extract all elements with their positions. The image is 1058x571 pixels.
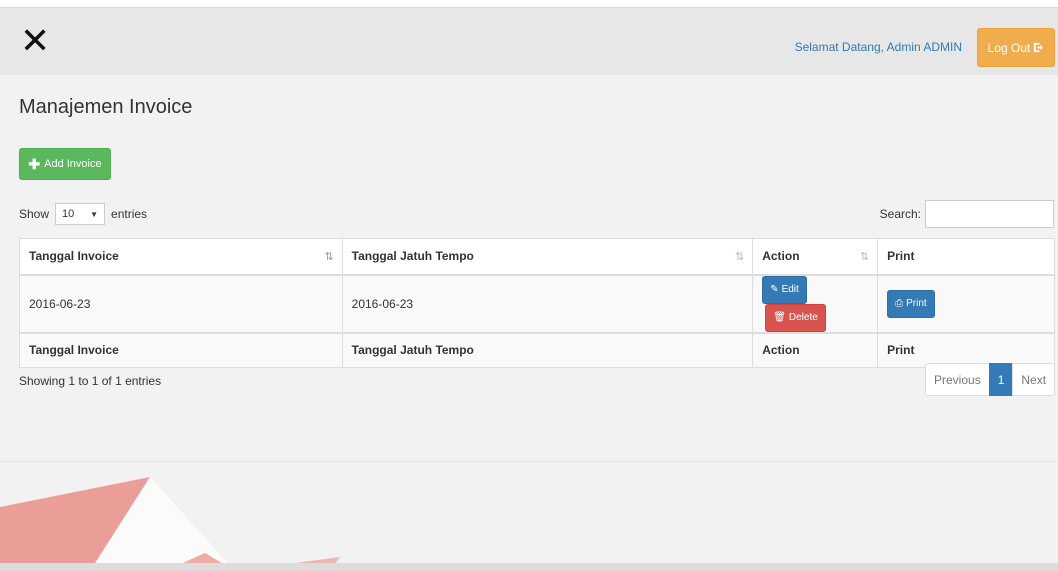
plus-icon: ✚ — [28, 156, 41, 172]
navbar: ✕ Selamat Datang, Admin ADMIN Log Out — [0, 8, 1058, 75]
next-page-button[interactable]: Next — [1012, 363, 1056, 396]
entries-select[interactable]: 10 ▼ — [55, 203, 106, 225]
welcome-text: Selamat Datang, Admin ADMIN — [794, 40, 962, 54]
previous-page-button[interactable]: Previous — [925, 363, 990, 396]
table-info: Showing 1 to 1 of 1 entries — [19, 374, 162, 388]
cell-tanggal-jatuh-tempo: 2016-06-23 — [341, 274, 754, 333]
trash-icon: 🗑 — [773, 312, 786, 323]
pagination: Previous 1 Next — [925, 363, 1056, 396]
column-header-tanggal-jatuh-tempo[interactable]: Tanggal Jatuh Tempo ⇅ — [341, 238, 754, 276]
delete-button[interactable]: 🗑 Delete — [765, 303, 826, 332]
logout-button[interactable]: Log Out — [977, 28, 1055, 67]
chevron-down-icon: ▼ — [90, 209, 99, 219]
column-header-label: Print — [887, 249, 915, 264]
add-invoice-label: Add Invoice — [44, 158, 102, 170]
invoice-table: Tanggal Invoice ⇅ Tanggal Jatuh Tempo ⇅ Ac… — [19, 238, 1055, 368]
edit-label: Edit — [781, 284, 799, 295]
cell-print: ⎙ Print — [877, 274, 1055, 333]
sort-icon: ⇅ — [734, 251, 745, 263]
page-1-button[interactable]: 1 — [988, 363, 1014, 396]
search-label: Search: — [879, 207, 921, 221]
edit-button[interactable]: ✎ Edit — [762, 275, 807, 304]
logout-label: Log Out — [987, 40, 1031, 55]
entries-length-control: Show 10 ▼ entries — [19, 203, 147, 225]
content-divider — [0, 461, 1058, 462]
column-header-label: Action — [762, 249, 800, 264]
watermark-logo — [0, 477, 340, 571]
search-control: Search: — [880, 200, 1054, 228]
show-label: Show — [19, 207, 50, 221]
footer-bar — [0, 563, 1058, 571]
search-input[interactable] — [925, 200, 1054, 228]
column-header-action[interactable]: Action ⇅ — [752, 238, 879, 276]
footer-tanggal-jatuh-tempo: Tanggal Jatuh Tempo — [341, 331, 754, 368]
close-icon[interactable]: ✕ — [20, 23, 50, 59]
column-header-print: Print — [877, 238, 1055, 276]
cell-action: ✎ Edit 🗑 Delete — [752, 274, 879, 333]
print-button[interactable]: ⎙ Print — [887, 289, 935, 318]
printer-icon: ⎙ — [895, 298, 904, 309]
add-invoice-button[interactable]: ✚ Add Invoice — [19, 148, 111, 180]
column-header-label: Tanggal Invoice — [29, 249, 119, 264]
top-border — [0, 0, 1058, 8]
delete-label: Delete — [788, 312, 818, 323]
table-row: 2016-06-23 2016-06-23 ✎ Edit 🗑 Delete ⎙ … — [19, 274, 1055, 333]
sort-icon: ⇅ — [859, 251, 870, 263]
entries-label: entries — [111, 207, 148, 221]
pencil-icon: ✎ — [770, 284, 779, 295]
footer-action: Action — [752, 331, 879, 368]
table-header-row: Tanggal Invoice ⇅ Tanggal Jatuh Tempo ⇅ Ac… — [19, 238, 1055, 276]
print-label: Print — [906, 298, 927, 309]
sort-asc-icon: ⇅ — [324, 251, 334, 263]
column-header-label: Tanggal Jatuh Tempo — [351, 249, 474, 264]
entries-select-value: 10 — [62, 208, 75, 220]
footer-tanggal-invoice: Tanggal Invoice — [19, 331, 343, 368]
page-title: Manajemen Invoice — [19, 96, 193, 118]
column-header-tanggal-invoice[interactable]: Tanggal Invoice ⇅ — [19, 238, 343, 276]
cell-tanggal-invoice: 2016-06-23 — [19, 274, 343, 333]
logout-icon — [1034, 42, 1044, 53]
table-footer-row: Tanggal Invoice Tanggal Jatuh Tempo Acti… — [19, 331, 1055, 368]
